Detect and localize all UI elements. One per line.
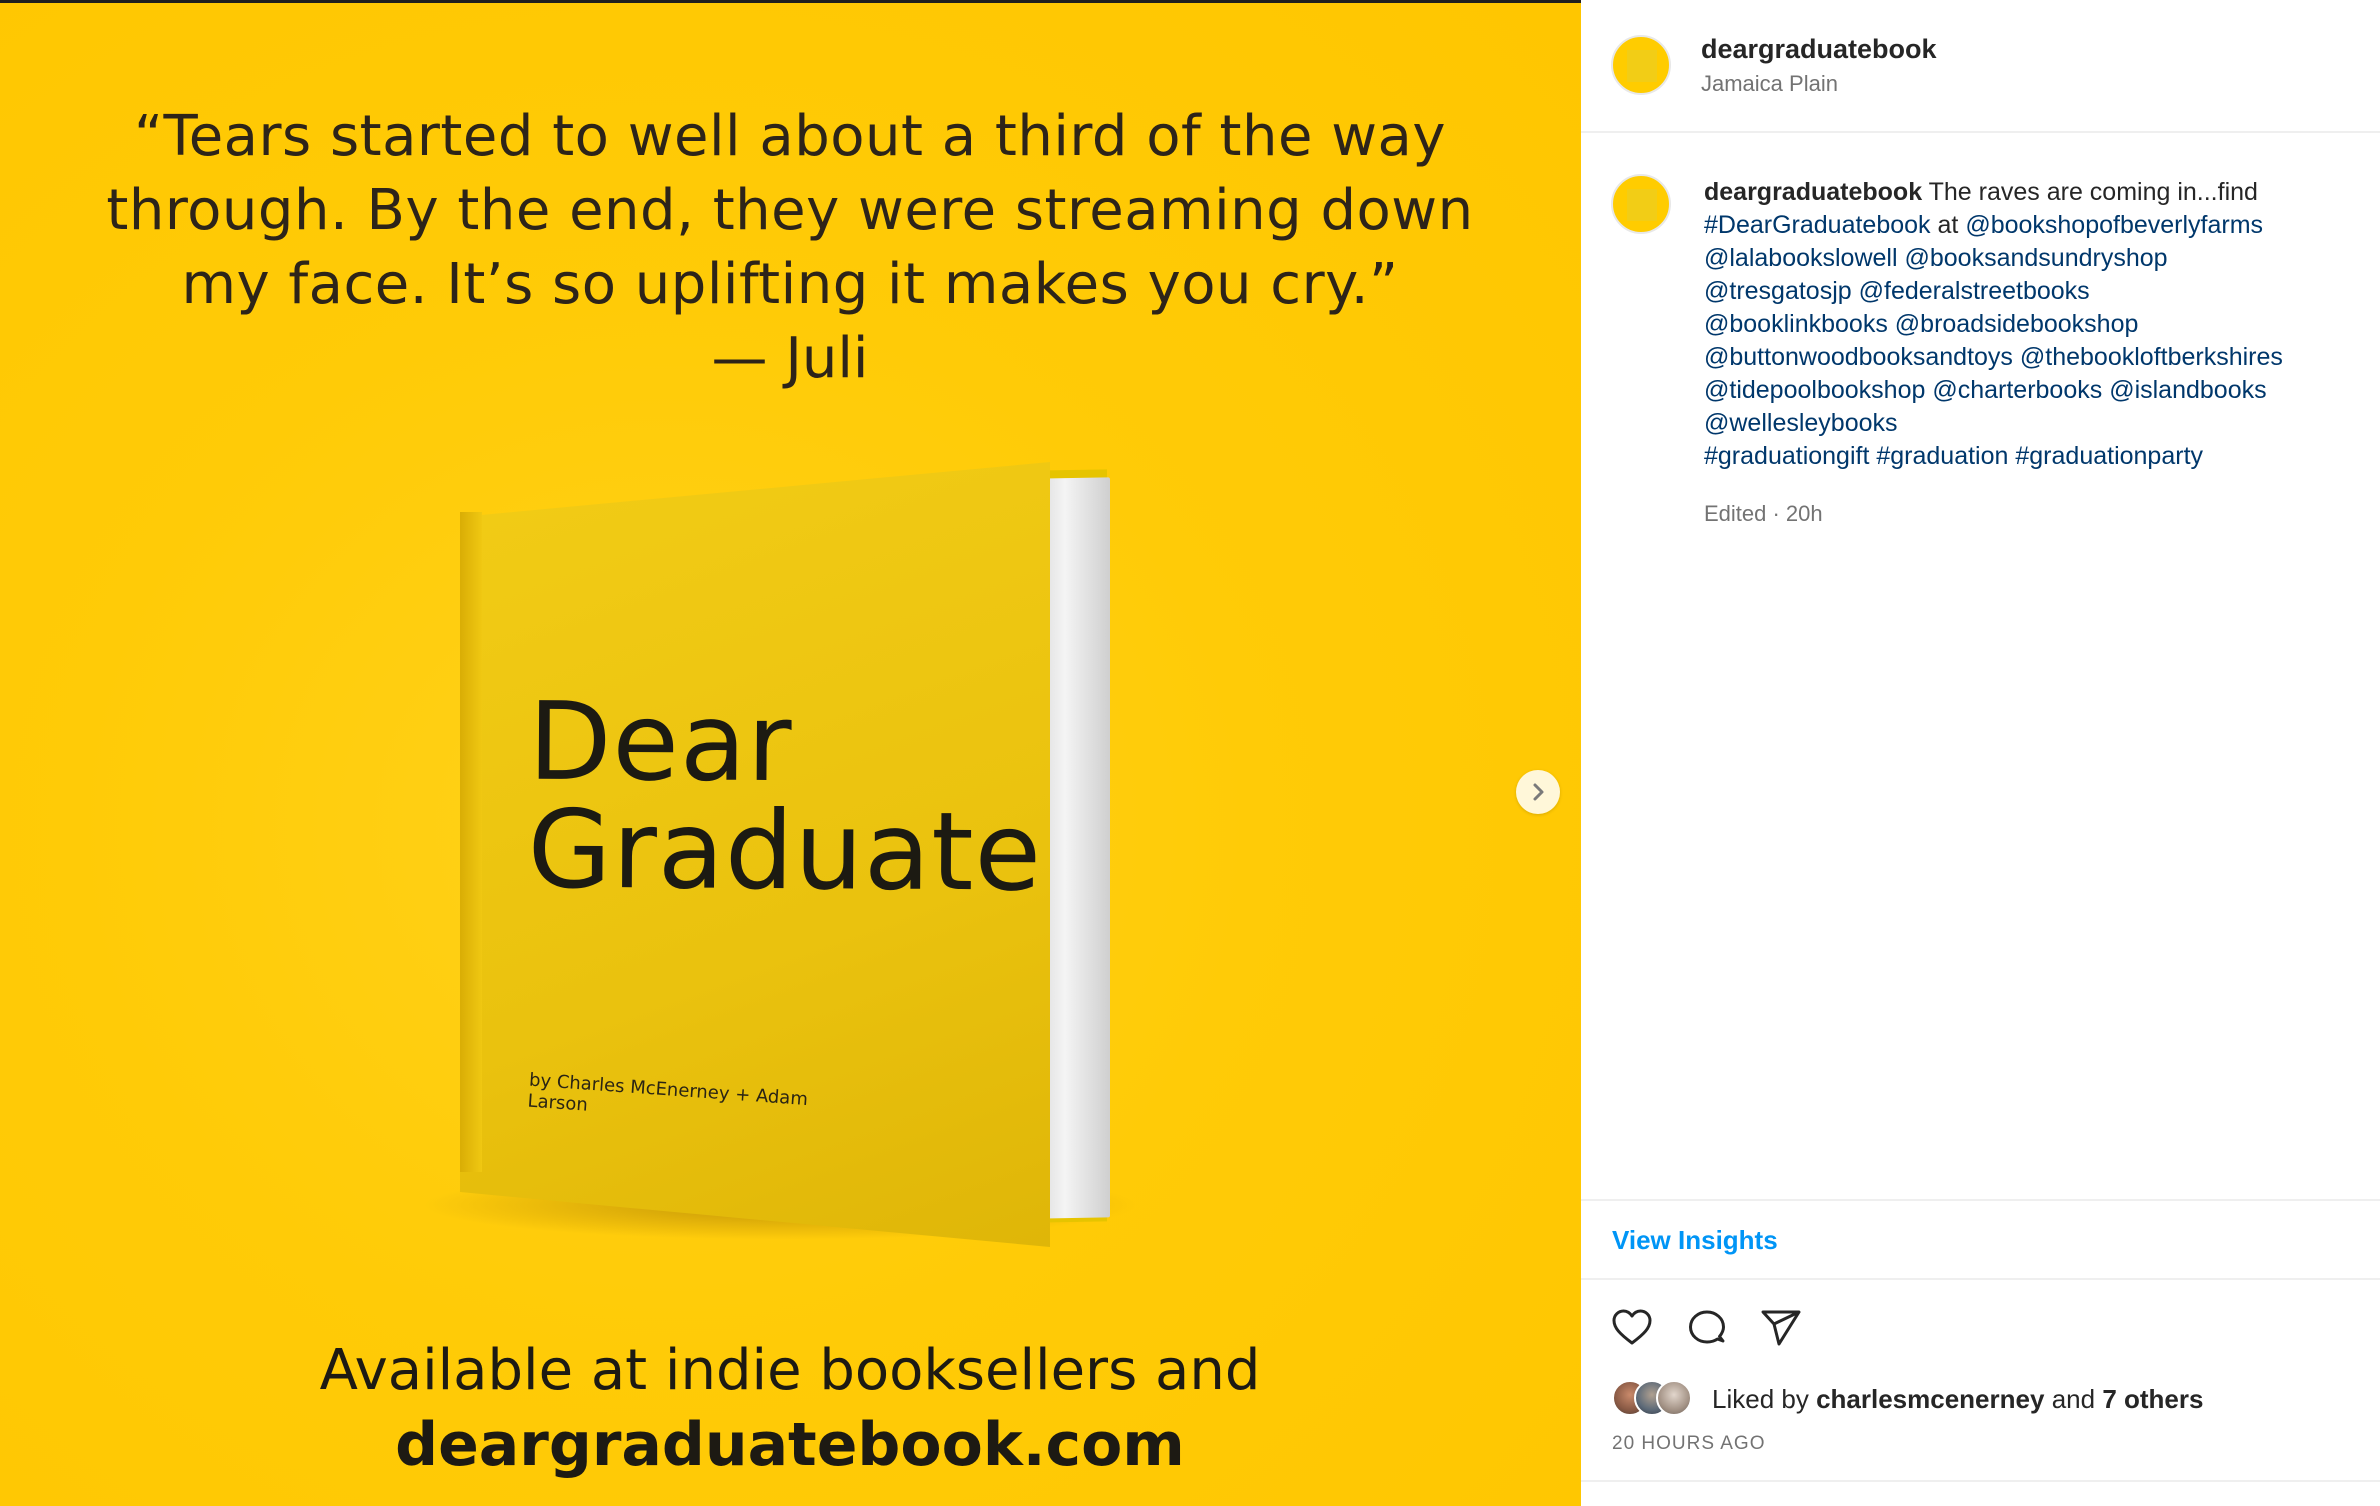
share-button[interactable] (1759, 1306, 1803, 1350)
mention-link[interactable]: @thebookloftberkshires (2020, 343, 2283, 371)
likes-prefix: Liked by (1712, 1384, 1809, 1414)
mention-link[interactable]: @charterbooks (1932, 376, 2102, 404)
mention-link[interactable]: @bookshopofbeverlyfarms (1965, 211, 2263, 239)
post-timestamp[interactable]: 20 HOURS AGO (1612, 1433, 1766, 1455)
header-username[interactable]: deargraduatebook (1701, 34, 1937, 65)
view-insights-link[interactable]: View Insights (1612, 1225, 1778, 1256)
likes-and: and (2051, 1384, 2096, 1414)
hashtag-link[interactable]: #graduationparty (2015, 442, 2203, 470)
insights-divider-top (1581, 1199, 2380, 1201)
like-button[interactable] (1610, 1306, 1654, 1350)
quote-author: — Juli (711, 326, 869, 391)
header-divider (1581, 131, 2380, 133)
mention-link[interactable]: @booklinkbooks (1704, 310, 1888, 338)
mention-link[interactable]: @islandbooks (2109, 376, 2266, 404)
mention-link[interactable]: @federalstreetbooks (1859, 277, 2090, 305)
mention-link[interactable]: @tresgatosjp (1704, 277, 1852, 305)
availability-text: Available at indie booksellers and (319, 1338, 1261, 1403)
website-text: deargraduatebook.com (395, 1410, 1185, 1480)
post-sidebar: deargraduatebook Jamaica Plain deargradu… (1581, 0, 2380, 1506)
caption-text: The raves are coming in...find (1928, 178, 2258, 206)
caption-at-word: at (1937, 211, 1959, 239)
likes-summary: Liked by charlesmcenerney and 7 others (1612, 1380, 2372, 1418)
book-title-line1: Dear (527, 679, 793, 807)
comment-button[interactable] (1685, 1306, 1729, 1350)
liker-username[interactable]: charlesmcenerney (1816, 1384, 2044, 1414)
hashtag-link[interactable]: #graduation (1876, 442, 2008, 470)
caption: deargraduatebook The raves are coming in… (1704, 176, 2354, 473)
footer-divider (1581, 1480, 2380, 1482)
likes-text: Liked by charlesmcenerney and 7 others (1712, 1384, 2203, 1415)
top-border (0, 0, 1581, 3)
post-media[interactable]: “Tears started to well about a third of … (0, 0, 1581, 1506)
book-title: Dear Graduate (527, 679, 1043, 916)
book-spine (460, 512, 482, 1172)
mention-link[interactable]: @booksandsundryshop (1904, 244, 2167, 272)
avatar-book-thumbnail (1627, 50, 1657, 82)
mention-link[interactable]: @tidepoolbookshop (1704, 376, 1925, 404)
insights-divider-bottom (1581, 1278, 2380, 1280)
header-location[interactable]: Jamaica Plain (1701, 71, 1838, 97)
send-icon (1761, 1310, 1801, 1346)
review-quote: “Tears started to well about a third of … (106, 104, 1474, 317)
caption-username[interactable]: deargraduatebook (1704, 178, 1922, 206)
hashtag-link[interactable]: #DearGraduatebook (1704, 211, 1931, 239)
avatar-book-thumbnail (1627, 189, 1657, 221)
mention-link[interactable]: @wellesleybooks (1704, 409, 1898, 437)
chevron-right-icon (1533, 783, 1544, 801)
mention-link[interactable]: @buttonwoodbooksandtoys (1704, 343, 2013, 371)
avatar[interactable] (1611, 35, 1671, 95)
liker-avatar[interactable] (1656, 1380, 1692, 1416)
mention-link[interactable]: @broadsidebookshop (1895, 310, 2139, 338)
likes-others-link[interactable]: 7 others (2102, 1384, 2203, 1414)
book-title-line2: Graduate (527, 787, 1043, 916)
next-slide-button[interactable] (1516, 770, 1560, 814)
comment-icon (1689, 1310, 1725, 1344)
hashtag-link[interactable]: #graduationgift (1704, 442, 1869, 470)
caption-avatar[interactable] (1611, 174, 1671, 234)
heart-icon (1612, 1309, 1652, 1345)
edited-timestamp[interactable]: Edited · 20h (1704, 501, 1823, 527)
mention-link[interactable]: @lalabookslowell (1704, 244, 1898, 272)
